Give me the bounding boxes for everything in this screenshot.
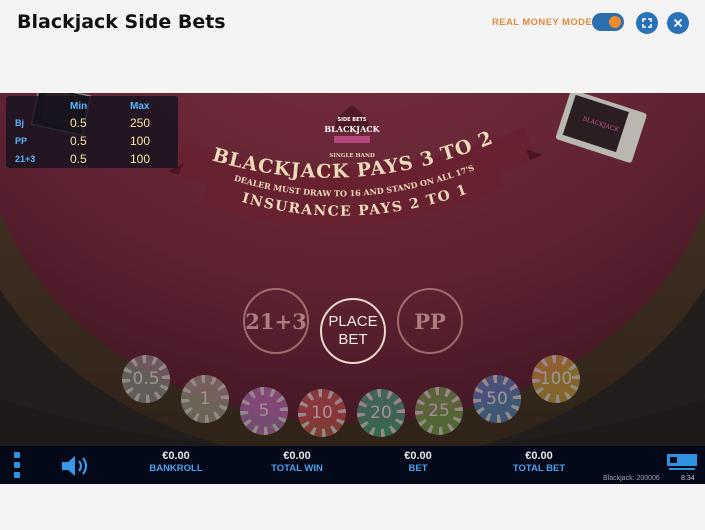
expand-icon bbox=[642, 18, 652, 28]
total-bet-label: TOTAL BET bbox=[512, 463, 566, 474]
close-icon bbox=[673, 18, 683, 28]
place-bet-line1: PLACE bbox=[328, 313, 378, 330]
provider-logo-icon bbox=[667, 454, 697, 470]
logo-main-text: BLACKJACK bbox=[324, 124, 380, 134]
menu-icon[interactable] bbox=[14, 452, 24, 480]
chip[interactable]: 10 bbox=[298, 389, 346, 437]
bet-stat: €0.00 BET bbox=[378, 450, 458, 474]
limits-row-name: Bj bbox=[15, 118, 24, 128]
limits-row-name: 21+3 bbox=[15, 154, 36, 164]
total-win-label: TOTAL WIN bbox=[271, 463, 323, 474]
chip-value: 0.5 bbox=[130, 363, 162, 395]
bankroll-stat: €0.00 BANKROLL bbox=[136, 450, 216, 474]
chip-value: 5 bbox=[248, 395, 280, 427]
bet-spot-21-3[interactable]: 21+3 bbox=[243, 288, 309, 354]
bankroll-value: €0.00 bbox=[162, 450, 190, 462]
toggle-knob bbox=[609, 16, 621, 28]
bet-value: €0.00 bbox=[404, 450, 432, 462]
page-title: Blackjack Side Bets bbox=[17, 11, 226, 33]
limits-max-header: Max bbox=[130, 101, 150, 112]
bet-label: BET bbox=[408, 463, 428, 474]
close-button[interactable] bbox=[667, 12, 689, 34]
chip-value: 100 bbox=[540, 363, 572, 395]
chip[interactable]: 100 bbox=[532, 355, 580, 403]
total-bet-value: €0.00 bbox=[525, 450, 553, 462]
limits-row-max: 100 bbox=[130, 152, 151, 166]
chip[interactable]: 0.5 bbox=[122, 355, 170, 403]
chip-value: 10 bbox=[306, 397, 338, 429]
bet-limits-panel: Min Max Bj 0.5 250 PP 0.5 100 21+3 0.5 1… bbox=[6, 96, 178, 168]
chip[interactable]: 5 bbox=[240, 387, 288, 435]
limits-row-max: 100 bbox=[130, 134, 151, 148]
chip[interactable]: 20 bbox=[357, 389, 405, 437]
total-bet-stat: €0.00 TOTAL BET bbox=[499, 450, 579, 474]
real-money-mode-label: REAL MONEY MODE bbox=[492, 17, 593, 28]
clock: 8:34 bbox=[681, 475, 695, 482]
total-win-stat: €0.00 TOTAL WIN bbox=[257, 450, 337, 474]
chip-value: 1 bbox=[189, 383, 221, 415]
limits-row-max: 250 bbox=[130, 116, 151, 130]
limits-row-min: 0.5 bbox=[70, 152, 87, 166]
chip[interactable]: 1 bbox=[181, 375, 229, 423]
real-money-mode-toggle[interactable] bbox=[592, 13, 624, 31]
chip[interactable]: 50 bbox=[473, 375, 521, 423]
limits-row-min: 0.5 bbox=[70, 116, 87, 130]
limits-row-min: 0.5 bbox=[70, 134, 87, 148]
limits-row: 21+3 0.5 100 bbox=[6, 151, 178, 169]
limits-min-header: Min bbox=[70, 101, 88, 112]
logo-sub-text: SINGLE HAND bbox=[329, 153, 375, 159]
bottom-bar: €0.00 BANKROLL €0.00 TOTAL WIN €0.00 BET… bbox=[0, 446, 705, 484]
expand-button[interactable] bbox=[636, 12, 658, 34]
speaker-icon[interactable] bbox=[60, 454, 92, 478]
chip-value: 50 bbox=[481, 383, 513, 415]
chip-value: 20 bbox=[365, 397, 397, 429]
chip-value: 25 bbox=[423, 395, 455, 427]
game-id: Blackjack: 200006 bbox=[603, 475, 660, 482]
bankroll-label: BANKROLL bbox=[149, 463, 203, 474]
logo-top-text: SIDE BETS bbox=[337, 117, 366, 123]
bet-spot-main[interactable]: PLACE BET bbox=[320, 298, 386, 364]
chip[interactable]: 25 bbox=[415, 387, 463, 435]
game-area[interactable]: BLACKJACK PAYS 3 TO 2 DEALER MUST DRAW T… bbox=[0, 93, 705, 484]
limits-row: PP 0.5 100 bbox=[6, 133, 178, 151]
header: Blackjack Side Bets REAL MONEY MODE bbox=[0, 0, 705, 46]
page: Blackjack Side Bets REAL MONEY MODE BLAC… bbox=[0, 0, 705, 530]
limits-row-name: PP bbox=[15, 136, 28, 146]
limits-row: Bj 0.5 250 bbox=[6, 115, 178, 133]
place-bet-line2: BET bbox=[338, 331, 368, 348]
bet-spot-pp[interactable]: PP bbox=[397, 288, 463, 354]
total-win-value: €0.00 bbox=[283, 450, 311, 462]
place-bet-label: PLACE BET bbox=[328, 313, 377, 349]
